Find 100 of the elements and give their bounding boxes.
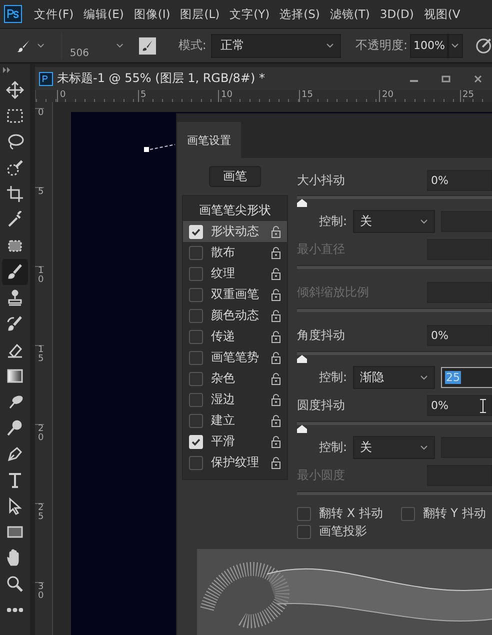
- caret-icon: [420, 444, 428, 451]
- app-logo-icon[interactable]: [4, 5, 22, 23]
- option-row[interactable]: 保护纹理: [183, 452, 287, 473]
- option-row[interactable]: 纹理: [183, 263, 287, 284]
- checkbox[interactable]: [189, 266, 203, 280]
- panel-tab[interactable]: 画笔设置: [177, 122, 241, 158]
- brush-tip-shape-item[interactable]: 画笔笔尖形状: [183, 200, 287, 221]
- option-row[interactable]: 杂色: [183, 368, 287, 389]
- checkbox[interactable]: [189, 308, 203, 322]
- slider-thumb[interactable]: [297, 199, 307, 207]
- document-tab[interactable]: 未标题-1 @ 55% (图层 1, RGB/8#) *: [35, 67, 492, 90]
- brush-stroke-drawing: [144, 144, 175, 152]
- document-title: 未标题-1 @ 55% (图层 1, RGB/8#) *: [57, 70, 265, 87]
- close-icon[interactable]: [473, 74, 483, 84]
- menu-item[interactable]: 滤镜(T): [330, 6, 370, 22]
- gradient-icon: [6, 367, 24, 385]
- option-row[interactable]: 画笔笔势: [183, 347, 287, 368]
- lock-icon[interactable]: [271, 394, 281, 406]
- pen-icon: [6, 445, 24, 463]
- option-row[interactable]: 传递: [183, 326, 287, 347]
- control-dropdown[interactable]: 关: [353, 210, 435, 233]
- checkbox[interactable]: [189, 392, 203, 406]
- option-label: 湿边: [211, 391, 236, 408]
- menu-item[interactable]: 视图(V: [424, 6, 460, 22]
- option-row[interactable]: 双重画笔: [183, 284, 287, 305]
- option-row[interactable]: 湿边: [183, 389, 287, 410]
- brushes-button[interactable]: 画笔: [209, 166, 261, 187]
- slider-track[interactable]: [297, 490, 492, 495]
- lock-icon[interactable]: [271, 436, 281, 448]
- history-brush-icon: [6, 315, 24, 333]
- option-row[interactable]: 散布: [183, 242, 287, 263]
- option-row[interactable]: 建立: [183, 410, 287, 431]
- lock-icon[interactable]: [271, 288, 281, 300]
- lock-icon[interactable]: [271, 456, 281, 468]
- caret-icon[interactable]: [37, 42, 45, 48]
- menu-item[interactable]: 选择(S): [280, 6, 320, 22]
- lock-icon[interactable]: [271, 310, 281, 322]
- lock-icon[interactable]: [271, 330, 281, 342]
- slider-thumb[interactable]: [297, 354, 307, 363]
- zoom-icon: [6, 575, 24, 593]
- checkbox[interactable]: [189, 330, 203, 344]
- checkbox[interactable]: [189, 350, 203, 364]
- option-label: 传递: [211, 328, 236, 345]
- control-label: 控制:: [318, 212, 348, 230]
- brush-panel-icon[interactable]: [139, 36, 156, 54]
- expand-icon[interactable]: [3, 67, 11, 73]
- ruler-number: 0: [35, 108, 44, 187]
- lock-icon[interactable]: [271, 372, 281, 384]
- slider-thumb[interactable]: [297, 424, 307, 433]
- menu-item[interactable]: 图像(I): [134, 6, 170, 22]
- value-field[interactable]: 0%: [427, 325, 492, 346]
- value-field[interactable]: 0%: [427, 170, 492, 190]
- crop-icon: [6, 185, 24, 203]
- menu-item[interactable]: 图层(L): [180, 6, 220, 22]
- checkbox[interactable]: [189, 414, 203, 428]
- checkbox[interactable]: [400, 506, 415, 521]
- lock-icon[interactable]: [271, 246, 281, 258]
- checkbox[interactable]: [297, 524, 311, 539]
- checkbox[interactable]: [297, 506, 311, 521]
- opacity-field[interactable]: 100%: [410, 34, 448, 58]
- tool-button[interactable]: [2, 259, 28, 285]
- opacity-dropdown-button[interactable]: [448, 34, 463, 58]
- lock-icon[interactable]: [271, 268, 281, 280]
- lock-icon[interactable]: [271, 226, 281, 238]
- option-label: 杂色: [211, 370, 236, 387]
- slider-track[interactable]: [297, 195, 492, 207]
- option-label: 双重画笔: [211, 286, 260, 303]
- lock-icon[interactable]: [271, 352, 281, 364]
- option-label: 平滑: [211, 433, 236, 450]
- slider-track[interactable]: [297, 308, 492, 312]
- option-row[interactable]: 颜色动态: [183, 305, 287, 326]
- checkbox[interactable]: [189, 288, 203, 302]
- option-row[interactable]: 平滑: [183, 431, 287, 452]
- menu-item[interactable]: 编辑(E): [84, 6, 124, 22]
- checkbox[interactable]: [189, 456, 203, 470]
- slider-track[interactable]: [297, 264, 492, 269]
- menu-item[interactable]: 文件(F): [34, 6, 74, 22]
- slider-track[interactable]: [297, 420, 492, 433]
- slider-track[interactable]: [297, 350, 492, 363]
- caret-icon[interactable]: [116, 42, 124, 48]
- setting-label: 大小抖动: [297, 172, 346, 188]
- menu-item[interactable]: 3D(D): [380, 7, 414, 21]
- caret-icon: [420, 374, 428, 381]
- option-label: 颜色动态: [211, 307, 260, 324]
- option-row[interactable]: 形状动态: [183, 221, 287, 242]
- checkbox[interactable]: [189, 246, 203, 260]
- mode-dropdown[interactable]: 正常: [211, 34, 342, 58]
- brush-icon: [6, 263, 24, 281]
- value-field[interactable]: 0%: [427, 395, 492, 416]
- dodge-icon: [6, 419, 24, 437]
- maximize-icon[interactable]: [441, 74, 451, 84]
- control-dropdown[interactable]: 渐隐: [353, 366, 435, 389]
- brush-preset-picker[interactable]: 506: [60, 32, 110, 58]
- control-dropdown[interactable]: 关: [353, 436, 435, 459]
- opacity-label: 不透明度:: [355, 37, 408, 54]
- lock-icon[interactable]: [271, 414, 281, 426]
- menu-item[interactable]: 文字(Y): [230, 6, 270, 22]
- checkbox[interactable]: [189, 372, 203, 386]
- control-label: 控制:: [318, 368, 348, 386]
- pressure-icon[interactable]: [474, 36, 492, 54]
